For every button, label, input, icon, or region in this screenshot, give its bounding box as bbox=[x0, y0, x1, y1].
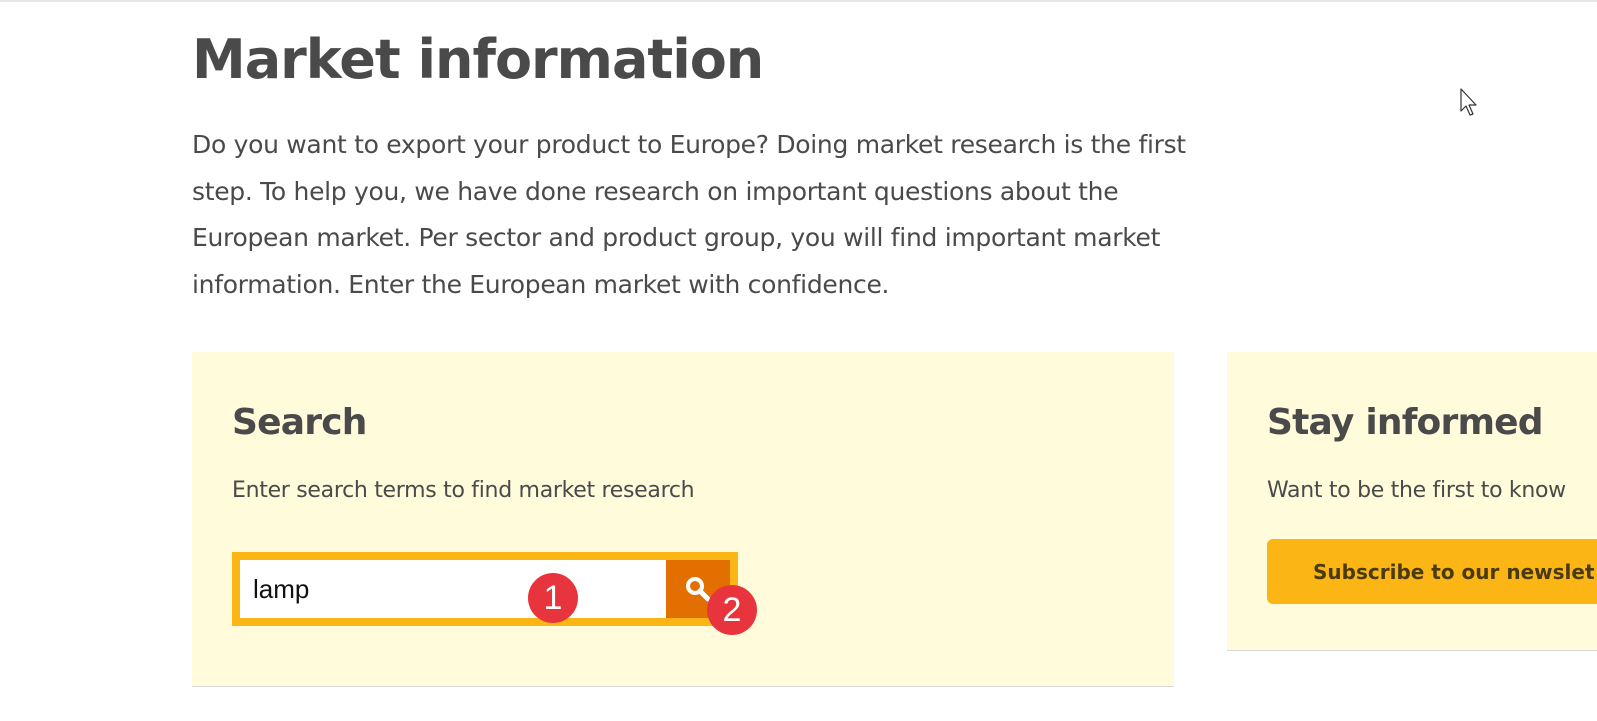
search-input[interactable] bbox=[240, 560, 666, 618]
newsletter-panel: Stay informed Want to be the first to kn… bbox=[1227, 352, 1597, 651]
search-box bbox=[232, 552, 738, 626]
search-description: Enter search terms to find market resear… bbox=[232, 478, 695, 503]
annotation-marker-2: 2 bbox=[707, 585, 757, 635]
annotation-marker-1: 1 bbox=[528, 573, 578, 623]
intro-paragraph: Do you want to export your product to Eu… bbox=[192, 130, 1186, 299]
subscribe-newsletter-button[interactable]: Subscribe to our newslet bbox=[1267, 539, 1597, 604]
page-title: Market information bbox=[192, 28, 764, 91]
newsletter-heading: Stay informed bbox=[1267, 402, 1544, 443]
search-panel: Search Enter search terms to find market… bbox=[192, 352, 1174, 687]
newsletter-description: Want to be the first to know bbox=[1267, 478, 1566, 503]
search-icon bbox=[686, 577, 711, 602]
mouse-cursor-icon bbox=[1460, 88, 1477, 116]
top-divider bbox=[0, 0, 1597, 2]
search-heading: Search bbox=[232, 402, 367, 443]
